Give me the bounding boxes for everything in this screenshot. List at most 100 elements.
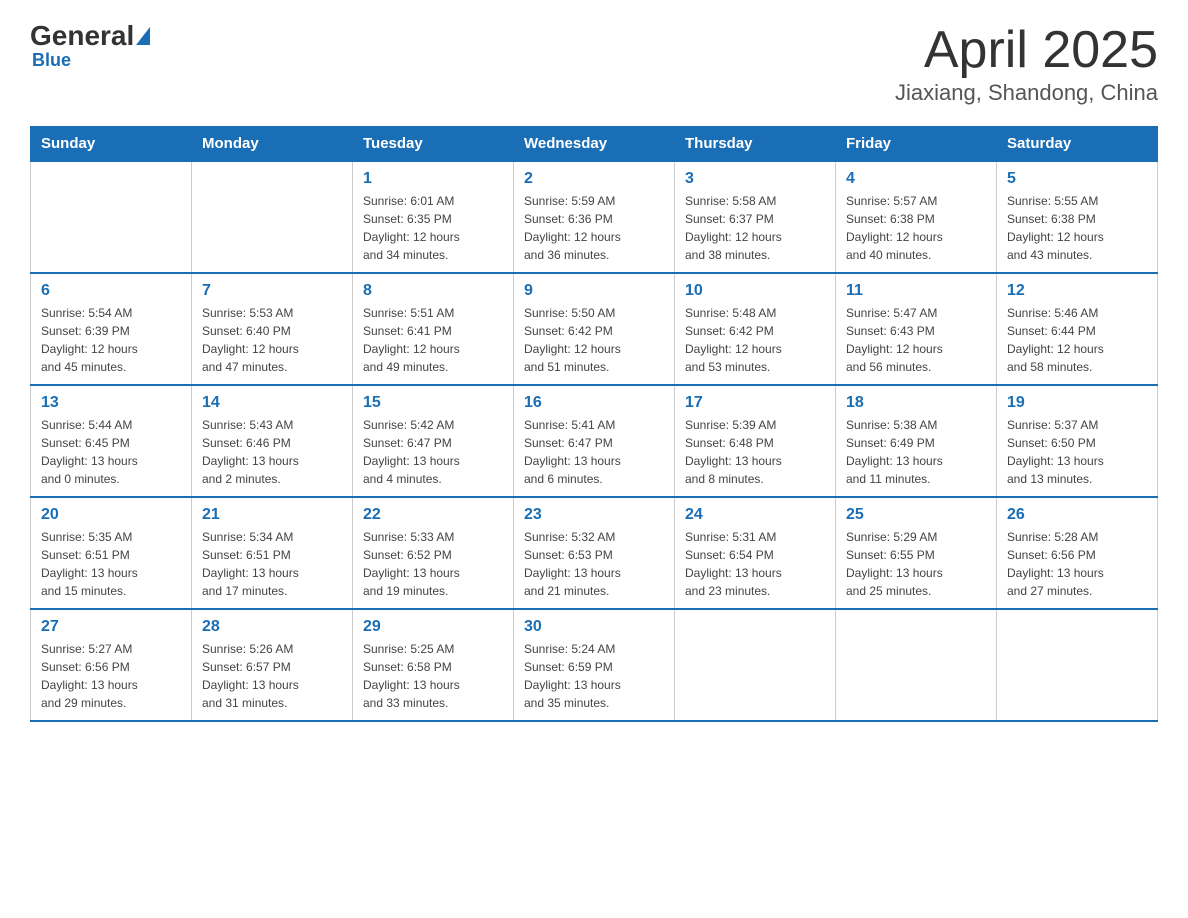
day-info: Sunrise: 5:27 AM Sunset: 6:56 PM Dayligh… <box>41 640 181 712</box>
day-info: Sunrise: 5:44 AM Sunset: 6:45 PM Dayligh… <box>41 416 181 488</box>
day-info: Sunrise: 5:29 AM Sunset: 6:55 PM Dayligh… <box>846 528 986 600</box>
col-thursday: Thursday <box>675 127 836 162</box>
day-info: Sunrise: 5:38 AM Sunset: 6:49 PM Dayligh… <box>846 416 986 488</box>
day-number: 4 <box>846 170 986 188</box>
table-row: 10 Sunrise: 5:48 AM Sunset: 6:42 PM Dayli… <box>675 273 836 385</box>
table-row: 16 Sunrise: 5:41 AM Sunset: 6:47 PM Dayli… <box>514 385 675 497</box>
calendar-header-row: Sunday Monday Tuesday Wednesday Thursday… <box>31 127 1158 162</box>
day-info: Sunrise: 5:57 AM Sunset: 6:38 PM Dayligh… <box>846 192 986 264</box>
day-info: Sunrise: 5:24 AM Sunset: 6:59 PM Dayligh… <box>524 640 664 712</box>
table-row: 21 Sunrise: 5:34 AM Sunset: 6:51 PM Dayli… <box>192 497 353 609</box>
logo-blue: Blue <box>30 50 71 71</box>
table-row: 29 Sunrise: 5:25 AM Sunset: 6:58 PM Dayli… <box>353 609 514 721</box>
table-row: 14 Sunrise: 5:43 AM Sunset: 6:46 PM Dayli… <box>192 385 353 497</box>
table-row: 25 Sunrise: 5:29 AM Sunset: 6:55 PM Dayli… <box>836 497 997 609</box>
day-number: 13 <box>41 394 181 412</box>
table-row: 17Sunrise: 5:39 AM Sunset: 6:48 PM Dayli… <box>675 385 836 497</box>
day-info: Sunrise: 5:35 AM Sunset: 6:51 PM Dayligh… <box>41 528 181 600</box>
logo-triangle-icon <box>136 27 150 45</box>
table-row: 5Sunrise: 5:55 AM Sunset: 6:38 PM Daylig… <box>997 161 1158 273</box>
table-row: 19 Sunrise: 5:37 AM Sunset: 6:50 PM Dayli… <box>997 385 1158 497</box>
table-row: 12 Sunrise: 5:46 AM Sunset: 6:44 PM Dayli… <box>997 273 1158 385</box>
day-number: 12 <box>1007 282 1147 300</box>
day-number: 3 <box>685 170 825 188</box>
table-row: 27 Sunrise: 5:27 AM Sunset: 6:56 PM Dayli… <box>31 609 192 721</box>
day-number: 27 <box>41 618 181 636</box>
table-row: 7 Sunrise: 5:53 AM Sunset: 6:40 PM Daylig… <box>192 273 353 385</box>
day-info: Sunrise: 5:43 AM Sunset: 6:46 PM Dayligh… <box>202 416 342 488</box>
table-row: 30 Sunrise: 5:24 AM Sunset: 6:59 PM Dayli… <box>514 609 675 721</box>
day-number: 7 <box>202 282 342 300</box>
calendar-week-2: 6Sunrise: 5:54 AM Sunset: 6:39 PM Daylig… <box>31 273 1158 385</box>
day-info: Sunrise: 5:37 AM Sunset: 6:50 PM Dayligh… <box>1007 416 1147 488</box>
day-number: 24 <box>685 506 825 524</box>
table-row: 9 Sunrise: 5:50 AM Sunset: 6:42 PM Daylig… <box>514 273 675 385</box>
calendar-table: Sunday Monday Tuesday Wednesday Thursday… <box>30 126 1158 722</box>
day-number: 28 <box>202 618 342 636</box>
day-info: Sunrise: 5:51 AM Sunset: 6:41 PM Dayligh… <box>363 304 503 376</box>
calendar-week-5: 27 Sunrise: 5:27 AM Sunset: 6:56 PM Dayli… <box>31 609 1158 721</box>
day-number: 18 <box>846 394 986 412</box>
day-number: 15 <box>363 394 503 412</box>
col-friday: Friday <box>836 127 997 162</box>
day-number: 22 <box>363 506 503 524</box>
calendar-week-1: 1Sunrise: 6:01 AM Sunset: 6:35 PM Daylig… <box>31 161 1158 273</box>
day-info: Sunrise: 5:42 AM Sunset: 6:47 PM Dayligh… <box>363 416 503 488</box>
day-info: Sunrise: 5:53 AM Sunset: 6:40 PM Dayligh… <box>202 304 342 376</box>
table-row: 26 Sunrise: 5:28 AM Sunset: 6:56 PM Dayli… <box>997 497 1158 609</box>
table-row: 28 Sunrise: 5:26 AM Sunset: 6:57 PM Dayli… <box>192 609 353 721</box>
col-wednesday: Wednesday <box>514 127 675 162</box>
day-info: Sunrise: 5:31 AM Sunset: 6:54 PM Dayligh… <box>685 528 825 600</box>
day-number: 10 <box>685 282 825 300</box>
location-title: Jiaxiang, Shandong, China <box>895 80 1158 106</box>
day-number: 16 <box>524 394 664 412</box>
day-info: Sunrise: 5:46 AM Sunset: 6:44 PM Dayligh… <box>1007 304 1147 376</box>
table-row: 23 Sunrise: 5:32 AM Sunset: 6:53 PM Dayli… <box>514 497 675 609</box>
day-info: Sunrise: 5:26 AM Sunset: 6:57 PM Dayligh… <box>202 640 342 712</box>
day-info: Sunrise: 5:50 AM Sunset: 6:42 PM Dayligh… <box>524 304 664 376</box>
table-row <box>31 161 192 273</box>
col-saturday: Saturday <box>997 127 1158 162</box>
day-info: Sunrise: 5:58 AM Sunset: 6:37 PM Dayligh… <box>685 192 825 264</box>
day-info: Sunrise: 5:54 AM Sunset: 6:39 PM Dayligh… <box>41 304 181 376</box>
day-info: Sunrise: 5:32 AM Sunset: 6:53 PM Dayligh… <box>524 528 664 600</box>
table-row <box>997 609 1158 721</box>
day-number: 19 <box>1007 394 1147 412</box>
col-sunday: Sunday <box>31 127 192 162</box>
day-number: 23 <box>524 506 664 524</box>
day-info: Sunrise: 5:41 AM Sunset: 6:47 PM Dayligh… <box>524 416 664 488</box>
table-row <box>836 609 997 721</box>
table-row: 1Sunrise: 6:01 AM Sunset: 6:35 PM Daylig… <box>353 161 514 273</box>
day-number: 26 <box>1007 506 1147 524</box>
table-row: 22 Sunrise: 5:33 AM Sunset: 6:52 PM Dayli… <box>353 497 514 609</box>
day-info: Sunrise: 5:55 AM Sunset: 6:38 PM Dayligh… <box>1007 192 1147 264</box>
day-info: Sunrise: 5:39 AM Sunset: 6:48 PM Dayligh… <box>685 416 825 488</box>
table-row: 6Sunrise: 5:54 AM Sunset: 6:39 PM Daylig… <box>31 273 192 385</box>
table-row: 24 Sunrise: 5:31 AM Sunset: 6:54 PM Dayli… <box>675 497 836 609</box>
day-info: Sunrise: 5:47 AM Sunset: 6:43 PM Dayligh… <box>846 304 986 376</box>
table-row: 2 Sunrise: 5:59 AM Sunset: 6:36 PM Daylig… <box>514 161 675 273</box>
day-info: Sunrise: 5:28 AM Sunset: 6:56 PM Dayligh… <box>1007 528 1147 600</box>
logo-general: General <box>30 20 134 52</box>
day-number: 14 <box>202 394 342 412</box>
table-row: 11 Sunrise: 5:47 AM Sunset: 6:43 PM Dayli… <box>836 273 997 385</box>
day-number: 9 <box>524 282 664 300</box>
table-row: 3 Sunrise: 5:58 AM Sunset: 6:37 PM Daylig… <box>675 161 836 273</box>
day-number: 2 <box>524 170 664 188</box>
day-number: 21 <box>202 506 342 524</box>
day-number: 29 <box>363 618 503 636</box>
table-row: 20Sunrise: 5:35 AM Sunset: 6:51 PM Dayli… <box>31 497 192 609</box>
day-info: Sunrise: 5:59 AM Sunset: 6:36 PM Dayligh… <box>524 192 664 264</box>
day-number: 25 <box>846 506 986 524</box>
table-row: 15 Sunrise: 5:42 AM Sunset: 6:47 PM Dayli… <box>353 385 514 497</box>
title-section: April 2025 Jiaxiang, Shandong, China <box>895 20 1158 106</box>
day-info: Sunrise: 5:48 AM Sunset: 6:42 PM Dayligh… <box>685 304 825 376</box>
day-number: 30 <box>524 618 664 636</box>
day-number: 1 <box>363 170 503 188</box>
day-number: 11 <box>846 282 986 300</box>
table-row <box>675 609 836 721</box>
day-info: Sunrise: 5:33 AM Sunset: 6:52 PM Dayligh… <box>363 528 503 600</box>
day-info: Sunrise: 5:34 AM Sunset: 6:51 PM Dayligh… <box>202 528 342 600</box>
table-row: 4 Sunrise: 5:57 AM Sunset: 6:38 PM Daylig… <box>836 161 997 273</box>
day-info: Sunrise: 5:25 AM Sunset: 6:58 PM Dayligh… <box>363 640 503 712</box>
